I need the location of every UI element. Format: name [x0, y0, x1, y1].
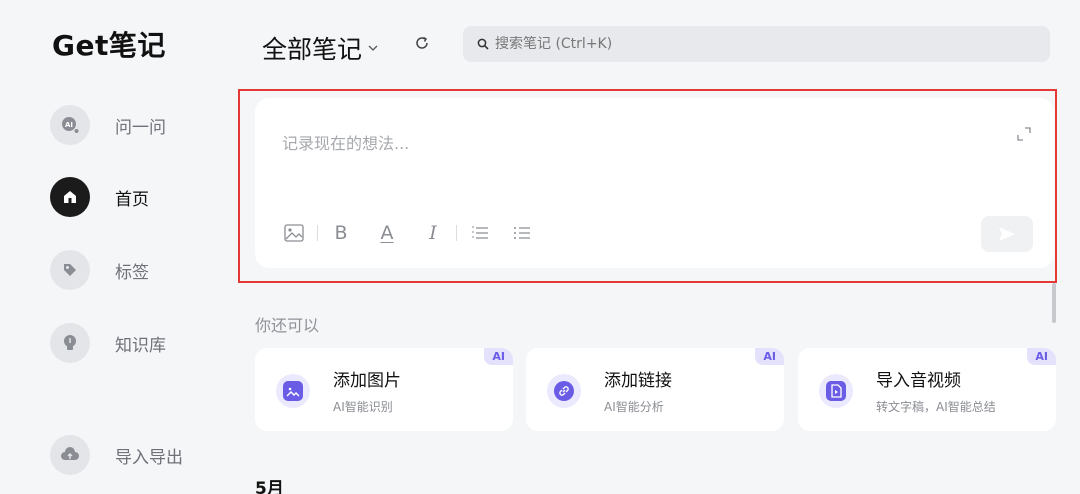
sidebar-item-label: 问一问: [115, 117, 166, 138]
image-icon: [276, 374, 310, 408]
media-file-icon: [819, 374, 853, 408]
search-icon: [477, 38, 489, 50]
card-title: 添加图片: [333, 371, 401, 391]
app-logo: Get笔记: [52, 29, 166, 62]
italic-icon[interactable]: I: [422, 222, 444, 244]
editor-toolbar: B A I: [283, 222, 533, 244]
lightbulb-icon: [50, 323, 90, 363]
svg-text:AI: AI: [65, 121, 73, 129]
sidebar-item-label: 知识库: [115, 335, 166, 356]
text-color-icon[interactable]: A: [376, 222, 398, 244]
card-title: 导入音视频: [876, 371, 961, 391]
sidebar-item-label: 导入导出: [115, 447, 183, 468]
ai-badge: AI: [484, 348, 513, 365]
card-subtitle: AI智能分析: [604, 400, 664, 414]
chevron-down-icon: [368, 45, 378, 51]
sidebar-item-import-export[interactable]: 导入导出: [50, 435, 183, 475]
expand-icon[interactable]: [1016, 126, 1032, 142]
cloud-upload-icon: [50, 435, 90, 475]
card-subtitle: AI智能识别: [333, 400, 393, 414]
sidebar-item-label: 首页: [115, 189, 149, 210]
ai-badge: AI: [755, 348, 784, 365]
toolbar-divider: [456, 225, 457, 241]
card-title: 添加链接: [604, 371, 672, 391]
sidebar-item-home[interactable]: 首页: [50, 177, 149, 217]
send-button[interactable]: [981, 216, 1033, 252]
refresh-icon[interactable]: [413, 34, 431, 52]
sidebar-item-tags[interactable]: 标签: [50, 250, 149, 290]
sidebar-item-knowledge-base[interactable]: 知识库: [50, 323, 166, 363]
section-label: 你还可以: [255, 316, 320, 335]
send-icon: [999, 227, 1015, 241]
import-media-card[interactable]: AI 导入音视频 转文字稿，AI智能总结: [798, 348, 1056, 431]
toolbar-divider: [317, 225, 318, 241]
notes-filter-dropdown[interactable]: 全部笔记: [262, 30, 380, 66]
tag-icon: [50, 250, 90, 290]
add-link-card[interactable]: AI 添加链接 AI智能分析: [526, 348, 784, 431]
image-icon[interactable]: [283, 222, 305, 244]
card-subtitle: 转文字稿，AI智能总结: [876, 400, 996, 414]
bold-icon[interactable]: B: [330, 222, 352, 244]
search-input[interactable]: [495, 36, 1015, 52]
search-bar: [463, 26, 1050, 62]
ai-badge: AI: [1027, 348, 1056, 365]
bullet-list-icon[interactable]: [511, 222, 533, 244]
add-image-card[interactable]: AI 添加图片 AI智能识别: [255, 348, 513, 431]
scrollbar-thumb[interactable]: [1052, 283, 1056, 323]
note-input[interactable]: [282, 130, 982, 170]
home-icon: [50, 177, 90, 217]
sidebar-item-ask[interactable]: AI 问一问: [50, 105, 166, 145]
sidebar-item-label: 标签: [115, 262, 149, 283]
ai-icon: AI: [50, 105, 90, 145]
page-title: 全部笔记: [262, 35, 363, 64]
ordered-list-icon[interactable]: [469, 222, 491, 244]
month-heading: 5月: [255, 479, 284, 494]
note-editor: B A I: [255, 98, 1054, 268]
link-icon: [547, 374, 581, 408]
